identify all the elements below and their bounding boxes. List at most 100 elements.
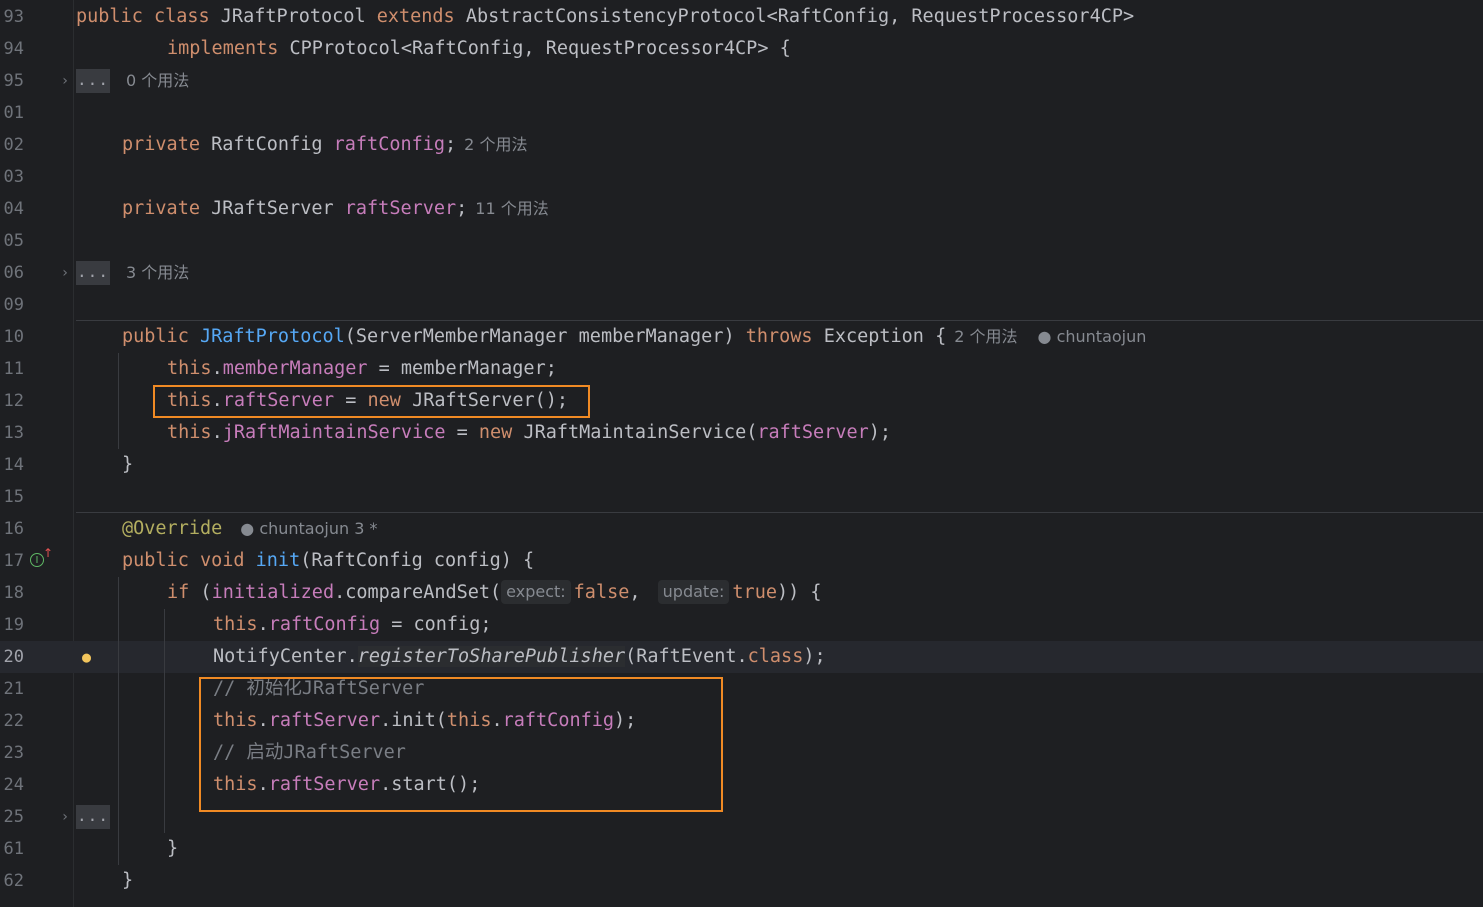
line-number: 93 bbox=[3, 7, 24, 27]
line-number: 19 bbox=[3, 615, 24, 635]
folded-code-placeholder[interactable]: ... bbox=[76, 805, 110, 829]
line-number: 05 bbox=[3, 231, 24, 251]
code-line[interactable]: 11 this.memberManager = memberManager; bbox=[0, 353, 1483, 385]
code-text: this.raftServer.init(this.raftConfig); bbox=[213, 710, 637, 731]
code-line[interactable]: 94 implements CPProtocol<RaftConfig, Req… bbox=[0, 33, 1483, 65]
code-line-folded[interactable]: 06 › ... 3 个用法 bbox=[0, 257, 1483, 289]
line-number: 14 bbox=[3, 455, 24, 475]
code-text: } bbox=[167, 838, 179, 859]
code-text: public class JRaftProtocol extends Abstr… bbox=[76, 6, 1135, 27]
code-line[interactable]: 24 this.raftServer.start(); bbox=[0, 769, 1483, 801]
line-number: 10 bbox=[3, 327, 24, 347]
folded-code-placeholder[interactable]: ... bbox=[76, 261, 110, 285]
line-number: 09 bbox=[3, 295, 24, 315]
line-number: 02 bbox=[3, 135, 24, 155]
line-number: 62 bbox=[3, 871, 24, 891]
line-number: 11 bbox=[3, 359, 24, 379]
code-line[interactable]: 09 bbox=[0, 289, 1483, 321]
line-number: 04 bbox=[3, 199, 24, 219]
code-line[interactable]: 14 } bbox=[0, 449, 1483, 481]
code-line[interactable]: 04 private JRaftServer raftServer; 11 个用法 bbox=[0, 193, 1483, 225]
line-number: 61 bbox=[3, 839, 24, 859]
indent-guide bbox=[118, 353, 119, 449]
code-comment: // 初始化JRaftServer bbox=[213, 678, 425, 699]
line-number: 06 bbox=[3, 263, 24, 283]
line-number: 12 bbox=[3, 391, 24, 411]
person-icon: ●︎ bbox=[1037, 327, 1052, 346]
code-line[interactable]: 61 } bbox=[0, 833, 1483, 865]
code-text: } bbox=[122, 870, 134, 891]
code-line[interactable]: 03 bbox=[0, 161, 1483, 193]
param-hint-update: update: bbox=[657, 580, 730, 604]
usages-hint[interactable]: 11 个用法 bbox=[475, 199, 548, 218]
code-line[interactable]: 62 } bbox=[0, 865, 1483, 897]
code-line[interactable]: 12 this.raftServer = new JRaftServer(); bbox=[0, 385, 1483, 417]
chevron-right-icon[interactable]: › bbox=[58, 801, 72, 833]
line-number: 18 bbox=[3, 583, 24, 603]
indent-guide bbox=[118, 577, 119, 865]
code-text: @Override ●︎ chuntaojun 3 * bbox=[122, 518, 378, 539]
usages-hint[interactable]: 2 个用法 bbox=[464, 135, 527, 154]
author-hint[interactable]: ●︎ chuntaojun 3 * bbox=[240, 519, 377, 538]
code-line[interactable]: 93 public class JRaftProtocol extends Ab… bbox=[0, 1, 1483, 33]
code-text: implements CPProtocol<RaftConfig, Reques… bbox=[167, 38, 791, 59]
line-number: 03 bbox=[3, 167, 24, 187]
line-number: 16 bbox=[3, 519, 24, 539]
implements-method-icon[interactable]: I bbox=[30, 553, 44, 567]
usages-hint[interactable]: 3 个用法 bbox=[126, 257, 189, 289]
code-line[interactable]: 01 bbox=[0, 97, 1483, 129]
code-text: this.memberManager = memberManager; bbox=[167, 358, 557, 379]
person-icon: ●︎ bbox=[240, 519, 255, 538]
usages-hint[interactable]: 2 个用法 bbox=[954, 327, 1017, 346]
line-number: 25 bbox=[3, 807, 24, 827]
code-text: NotifyCenter.registerToSharePublisher(Ra… bbox=[213, 646, 826, 667]
code-text: } bbox=[122, 454, 134, 475]
code-text: this.raftServer.start(); bbox=[213, 774, 481, 795]
code-line[interactable]: 21 // 初始化JRaftServer bbox=[0, 673, 1483, 705]
line-number: 24 bbox=[3, 775, 24, 795]
line-number: 17 bbox=[3, 551, 24, 571]
line-number: 21 bbox=[3, 679, 24, 699]
code-line-folded[interactable]: 25 › ... bbox=[0, 801, 1483, 833]
line-number: 01 bbox=[3, 103, 24, 123]
code-text: this.raftServer = new JRaftServer(); bbox=[167, 390, 569, 411]
chevron-right-icon[interactable]: › bbox=[58, 257, 72, 289]
author-hint[interactable]: ●︎ chuntaojun bbox=[1038, 327, 1147, 346]
line-number: 15 bbox=[3, 487, 24, 507]
line-number: 94 bbox=[3, 39, 24, 59]
code-line[interactable]: 19 this.raftConfig = config; bbox=[0, 609, 1483, 641]
code-text: private RaftConfig raftConfig; 2 个用法 bbox=[122, 134, 528, 155]
code-line[interactable]: 22 this.raftServer.init(this.raftConfig)… bbox=[0, 705, 1483, 737]
code-text: this.raftConfig = config; bbox=[213, 614, 492, 635]
param-hint-expect: expect: bbox=[501, 580, 571, 604]
arrow-up-icon: ↑ bbox=[43, 546, 54, 560]
code-text: public void init(RaftConfig config) { bbox=[122, 550, 535, 571]
line-number: 95 bbox=[3, 71, 24, 91]
code-line[interactable]: 17 I ↑ public void init(RaftConfig confi… bbox=[0, 545, 1483, 577]
code-line[interactable]: 02 private RaftConfig raftConfig; 2 个用法 bbox=[0, 129, 1483, 161]
line-number: 23 bbox=[3, 743, 24, 763]
line-number: 20 bbox=[3, 647, 24, 667]
code-line[interactable]: 13 this.jRaftMaintainService = new JRaft… bbox=[0, 417, 1483, 449]
code-line-current[interactable]: 20 ● NotifyCenter.registerToSharePublish… bbox=[0, 641, 1483, 673]
code-text: public JRaftProtocol(ServerMemberManager… bbox=[122, 326, 1147, 347]
code-text: this.jRaftMaintainService = new JRaftMai… bbox=[167, 422, 892, 443]
code-line[interactable]: 15 bbox=[0, 481, 1483, 513]
code-text: if (initialized.compareAndSet(expect: fal… bbox=[167, 580, 822, 604]
code-line[interactable]: 23 // 启动JRaftServer bbox=[0, 737, 1483, 769]
line-number: 13 bbox=[3, 423, 24, 443]
code-text: private JRaftServer raftServer; 11 个用法 bbox=[122, 198, 549, 219]
code-line[interactable]: 16 @Override ●︎ chuntaojun 3 * bbox=[0, 513, 1483, 545]
chevron-right-icon[interactable]: › bbox=[58, 65, 72, 97]
folded-code-placeholder[interactable]: ... bbox=[76, 69, 110, 93]
code-line[interactable]: 18 if (initialized.compareAndSet(expect:… bbox=[0, 577, 1483, 609]
indent-guide bbox=[164, 609, 165, 833]
usages-hint[interactable]: 0 个用法 bbox=[126, 65, 189, 97]
lightbulb-icon[interactable]: ● bbox=[82, 641, 91, 673]
code-comment: // 启动JRaftServer bbox=[213, 742, 406, 763]
code-line-folded[interactable]: 95 › ... 0 个用法 bbox=[0, 65, 1483, 97]
code-line[interactable]: 05 bbox=[0, 225, 1483, 257]
code-editor[interactable]: 93 public class JRaftProtocol extends Ab… bbox=[0, 0, 1483, 907]
code-line[interactable]: 10 public JRaftProtocol(ServerMemberMana… bbox=[0, 321, 1483, 353]
line-number: 22 bbox=[3, 711, 24, 731]
